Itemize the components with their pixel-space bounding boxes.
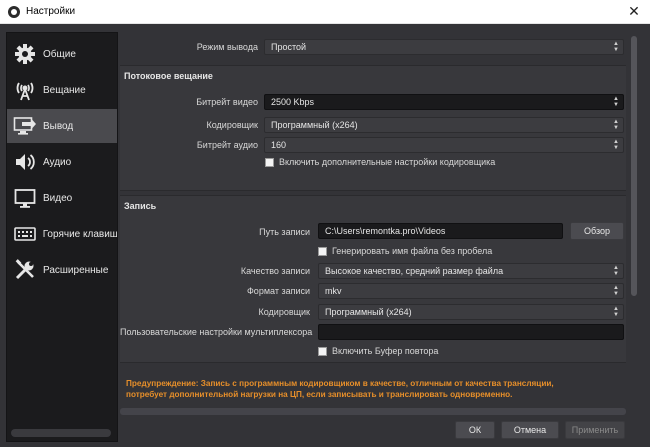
checkbox-box[interactable] <box>318 246 327 256</box>
sidebar-item-label: Видео <box>43 192 73 204</box>
stream-encoder-label: Кодировщик <box>206 120 259 130</box>
chevron-updown-icon: ▲ ▼ <box>613 306 619 318</box>
settings-window: Общие Вещание Вывод Аудио Видео Горячие … <box>0 24 650 447</box>
cancel-button[interactable]: Отмена <box>501 421 559 439</box>
sidebar-item-general[interactable]: Общие <box>7 37 117 71</box>
audio-bitrate-label: Битрейт аудио <box>196 140 258 150</box>
speaker-icon <box>11 148 39 176</box>
stream-encoder-select[interactable]: Программный (x264) ▲ ▼ <box>264 117 624 133</box>
warning-line: потребует дополнительной нагрузки на ЦП,… <box>126 390 513 399</box>
chevron-updown-icon: ▲ ▼ <box>613 119 619 131</box>
sidebar-item-audio[interactable]: Аудио <box>7 145 117 179</box>
record-quality-select[interactable]: Высокое качество, средний размер файла ▲… <box>318 263 624 279</box>
encoder-warning: Предупреждение: Запись с программным код… <box>126 378 626 400</box>
sidebar-item-label: Вывод <box>43 120 74 132</box>
output-mode-select[interactable]: Простой ▲ ▼ <box>264 39 624 55</box>
record-encoder-value: Программный (x264) <box>325 307 412 317</box>
browse-button[interactable]: Обзор <box>570 222 624 240</box>
sidebar-item-label: Горячие клавиш <box>42 228 117 240</box>
sidebar-scrollbar[interactable] <box>11 429 111 437</box>
obs-logo-icon <box>8 6 20 18</box>
gear-icon <box>11 40 39 68</box>
sidebar-item-label: Вещание <box>43 84 86 96</box>
apply-button[interactable]: Применить <box>565 421 625 439</box>
record-quality-label: Качество записи <box>240 266 310 276</box>
checkbox-label: Включить Буфер повтора <box>332 346 439 356</box>
record-format-value: mkv <box>325 286 342 296</box>
output-mode-value: Простой <box>271 42 307 52</box>
sidebar-item-advanced[interactable]: Расширенные <box>7 253 117 287</box>
record-encoder-label: Кодировщик <box>258 307 311 317</box>
window-title: Настройки <box>26 6 76 17</box>
tools-icon <box>11 256 39 284</box>
title-bar: Настройки ✕ <box>0 0 650 24</box>
sidebar-item-stream[interactable]: Вещание <box>7 73 117 107</box>
close-icon[interactable]: ✕ <box>626 3 642 19</box>
output-mode-label: Режим вывода <box>196 42 258 52</box>
output-icon <box>11 112 39 140</box>
ok-button[interactable]: ОК <box>455 421 495 439</box>
replay-buffer-checkbox[interactable]: Включить Буфер повтора <box>318 346 438 356</box>
muxer-settings-input[interactable] <box>318 324 624 340</box>
checkbox-box[interactable] <box>318 346 327 356</box>
horizontal-scrollbar[interactable] <box>120 408 626 415</box>
sidebar-item-label: Аудио <box>43 156 72 168</box>
video-bitrate-label: Битрейт видео <box>196 97 258 107</box>
audio-bitrate-select[interactable]: 160 ▲ ▼ <box>264 137 624 153</box>
chevron-updown-icon: ▲ ▼ <box>613 41 619 53</box>
record-path-label: Путь записи <box>259 227 310 237</box>
sidebar-item-video[interactable]: Видео <box>7 181 117 215</box>
record-format-select[interactable]: mkv ▲ ▼ <box>318 283 624 299</box>
record-format-label: Формат записи <box>246 286 310 296</box>
sidebar-item-output[interactable]: Вывод <box>7 109 117 143</box>
keyboard-icon <box>11 220 39 248</box>
warning-line: Предупреждение: Запись с программным код… <box>126 379 554 388</box>
vertical-scrollbar[interactable] <box>630 36 638 406</box>
sidebar-item-label: Расширенные <box>43 264 109 276</box>
record-path-input[interactable]: C:\Users\remontka.pro\Videos <box>318 223 563 239</box>
advanced-encoder-checkbox[interactable]: Включить дополнительные настройки кодиро… <box>265 157 495 167</box>
video-bitrate-input[interactable]: 2500 Kbps ▲ ▼ <box>264 94 624 110</box>
checkbox-label: Генерировать имя файла без пробела <box>332 246 493 256</box>
chevron-updown-icon: ▲ ▼ <box>613 139 619 151</box>
record-path-value: C:\Users\remontka.pro\Videos <box>325 226 446 236</box>
scrollbar-thumb[interactable] <box>631 36 637 296</box>
monitor-icon <box>11 184 39 212</box>
broadcast-icon <box>11 76 39 104</box>
stream-encoder-value: Программный (x264) <box>271 120 358 130</box>
sidebar-item-label: Общие <box>43 48 76 60</box>
spinner-icon[interactable]: ▲ ▼ <box>612 96 620 108</box>
muxer-settings-label: Пользовательские настройки мультиплексор… <box>120 327 313 337</box>
section-title: Потоковое вещание <box>124 71 213 81</box>
record-quality-value: Высокое качество, средний размер файла <box>325 266 504 276</box>
section-title: Запись <box>124 201 157 211</box>
record-encoder-select[interactable]: Программный (x264) ▲ ▼ <box>318 304 624 320</box>
checkbox-box[interactable] <box>265 157 274 167</box>
video-bitrate-value: 2500 Kbps <box>271 97 315 107</box>
sidebar-item-hotkeys[interactable]: Горячие клавиш <box>7 217 117 251</box>
chevron-updown-icon: ▲ ▼ <box>613 285 619 297</box>
settings-sidebar: Общие Вещание Вывод Аудио Видео Горячие … <box>6 32 118 442</box>
checkbox-label: Включить дополнительные настройки кодиро… <box>279 157 496 167</box>
no-space-filename-checkbox[interactable]: Генерировать имя файла без пробела <box>318 246 492 256</box>
chevron-updown-icon: ▲ ▼ <box>613 265 619 277</box>
audio-bitrate-value: 160 <box>271 140 287 150</box>
